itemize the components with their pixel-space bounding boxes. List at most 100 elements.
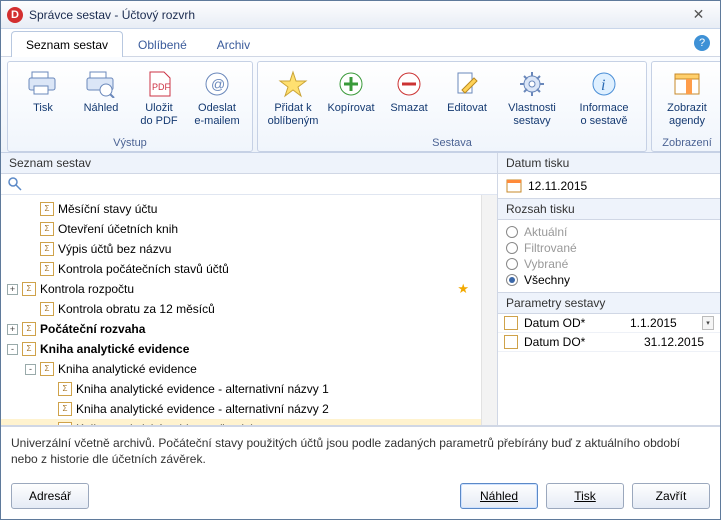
directory-button[interactable]: Adresář <box>11 483 89 509</box>
left-column: Seznam sestav ΣMěsíční stavy účtuΣOtevře… <box>1 153 498 425</box>
hint-text: Univerzální včetně archivů. Počáteční st… <box>1 426 720 475</box>
radio-selected: Vybrané <box>506 256 712 272</box>
pencil-icon <box>451 68 483 100</box>
preview-icon <box>85 68 117 100</box>
tab-archiv[interactable]: Archiv <box>202 31 265 57</box>
tree-node[interactable]: -ΣKniha analytické evidence <box>1 359 481 379</box>
tree-node[interactable]: ΣKniha analytické evidence (kopie) <box>1 419 481 425</box>
add-favorite-button[interactable]: Přidat k oblíbeným <box>264 66 322 129</box>
tree-label[interactable]: Kontrola obratu za 12 měsíců <box>58 300 215 318</box>
param-value[interactable]: 1.1.2015 <box>630 316 700 330</box>
collapse-icon[interactable]: - <box>25 364 36 375</box>
param-value[interactable]: 31.12.2015 <box>644 335 714 349</box>
minus-icon <box>393 68 425 100</box>
show-agenda-button[interactable]: Zobrazit agendy <box>658 66 716 129</box>
print-button[interactable]: Tisk <box>14 66 72 117</box>
right-column: Datum tisku 12.11.2015 Rozsah tisku Aktu… <box>498 153 720 425</box>
tree-node[interactable]: Σ Kontrola obratu za 12 měsíců <box>1 299 481 319</box>
report-icon: Σ <box>22 342 36 356</box>
tree-label[interactable]: Měsíční stavy účtu <box>58 200 157 218</box>
save-pdf-button[interactable]: PDF Uložit do PDF <box>130 66 188 129</box>
send-email-button[interactable]: @ Odeslat e-mailem <box>188 66 246 129</box>
group-output-label: Výstup <box>8 136 252 151</box>
preview-button[interactable]: Náhled <box>72 66 130 117</box>
footer: Adresář Náhled Tisk Zavřít <box>1 475 720 519</box>
pdf-icon: PDF <box>143 68 175 100</box>
app-icon: D <box>7 7 23 23</box>
tree-node[interactable]: +ΣPočáteční rozvaha <box>1 319 481 339</box>
tree-label[interactable]: Výpis účtů bez názvu <box>58 240 171 258</box>
ribbon-group-output: Tisk Náhled PDF Uložit do PDF @ Odeslat … <box>7 61 253 152</box>
printer-icon <box>27 68 59 100</box>
favorite-star-icon: ★ <box>457 280 469 298</box>
tree-node[interactable]: + Σ Kontrola rozpočtu ★ <box>1 279 481 299</box>
edit-button[interactable]: Editovat <box>438 66 496 117</box>
tree-scrollbar[interactable] <box>481 195 497 425</box>
report-icon: Σ <box>58 402 72 416</box>
group-view-label: Zobrazení <box>652 136 721 151</box>
tab-seznam-sestav[interactable]: Seznam sestav <box>11 31 123 57</box>
report-icon: Σ <box>40 202 54 216</box>
tree-label[interactable]: Kniha analytické evidence <box>58 360 197 378</box>
report-icon: Σ <box>22 282 36 296</box>
preview-label: Náhled <box>84 102 119 115</box>
delete-label: Smazat <box>390 102 427 115</box>
collapse-icon[interactable]: - <box>7 344 18 355</box>
expand-icon[interactable]: + <box>7 284 18 295</box>
tree-label[interactable]: Kniha analytické evidence - alternativní… <box>76 380 329 398</box>
tree-label[interactable]: Kontrola rozpočtu <box>40 280 134 298</box>
svg-text:i: i <box>601 77 605 94</box>
report-icon: Σ <box>40 222 54 236</box>
print-label: Tisk <box>33 102 53 115</box>
tree-node[interactable]: Σ Měsíční stavy účtu <box>1 199 481 219</box>
tree-spacer <box>43 424 54 425</box>
report-icon: Σ <box>40 302 54 316</box>
footer-preview-button[interactable]: Náhled <box>460 483 538 509</box>
group-report-label: Sestava <box>258 136 646 151</box>
info-button[interactable]: i Informace o sestavě <box>568 66 640 129</box>
tree-label[interactable]: Kontrola počátečních stavů účtů <box>58 260 229 278</box>
tree-label[interactable]: Kniha analytické evidence - alternativní… <box>76 400 329 418</box>
delete-button[interactable]: Smazat <box>380 66 438 117</box>
tree-spacer <box>25 224 36 235</box>
help-icon[interactable]: ? <box>694 35 710 51</box>
tree-node[interactable]: Σ Kniha analytické evidence - alternativn… <box>1 399 481 419</box>
tree-spacer <box>25 244 36 255</box>
tree-node[interactable]: ΣKniha analytické evidence - alternativn… <box>1 379 481 399</box>
svg-text:@: @ <box>211 76 225 92</box>
tree-spacer <box>25 204 36 215</box>
tree-label[interactable]: Kniha analytické evidence (kopie) <box>76 420 255 425</box>
copy-button[interactable]: Kopírovat <box>322 66 380 117</box>
close-icon[interactable]: ✕ <box>682 6 714 24</box>
search-input[interactable] <box>27 176 491 192</box>
expand-icon[interactable]: + <box>7 324 18 335</box>
tree-label[interactable]: Otevření účetních knih <box>58 220 178 238</box>
print-date-value: 12.11.2015 <box>528 179 587 193</box>
tree-node[interactable]: Σ Otevření účetních knih <box>1 219 481 239</box>
param-row[interactable]: Datum DO*31.12.2015 <box>498 333 720 352</box>
param-icon <box>504 316 518 330</box>
param-row[interactable]: Datum OD*1.1.2015▾ <box>498 314 720 333</box>
properties-button[interactable]: Vlastnosti sestavy <box>496 66 568 129</box>
footer-print-button[interactable]: Tisk <box>546 483 624 509</box>
footer-close-button[interactable]: Zavřít <box>632 483 710 509</box>
edit-label: Editovat <box>447 102 487 115</box>
tree-spacer <box>43 404 54 415</box>
tree-label[interactable]: Počáteční rozvaha <box>40 320 145 338</box>
report-tree[interactable]: Σ Měsíční stavy účtu Σ Otevření účetních kn… <box>1 195 481 425</box>
properties-label: Vlastnosti sestavy <box>508 102 556 127</box>
tree-label[interactable]: Kniha analytické evidence <box>40 340 189 358</box>
window-title: Správce sestav - Účtový rozvrh <box>29 8 682 22</box>
radio-icon <box>506 274 518 286</box>
plus-icon <box>335 68 367 100</box>
tree-node[interactable]: ΣVýpis účtů bez názvu <box>1 239 481 259</box>
info-icon: i <box>588 68 620 100</box>
range-radios: Aktuální Filtrované Vybrané Všechny <box>498 220 720 292</box>
svg-text:PDF: PDF <box>152 82 171 92</box>
tree-node[interactable]: -Σ Kniha analytické evidence <box>1 339 481 359</box>
chevron-down-icon[interactable]: ▾ <box>702 316 714 330</box>
tree-node[interactable]: ΣKontrola počátečních stavů účtů <box>1 259 481 279</box>
radio-all[interactable]: Všechny <box>506 272 712 288</box>
date-header: Datum tisku <box>498 153 720 174</box>
tab-oblibene[interactable]: Oblíbené <box>123 31 202 57</box>
